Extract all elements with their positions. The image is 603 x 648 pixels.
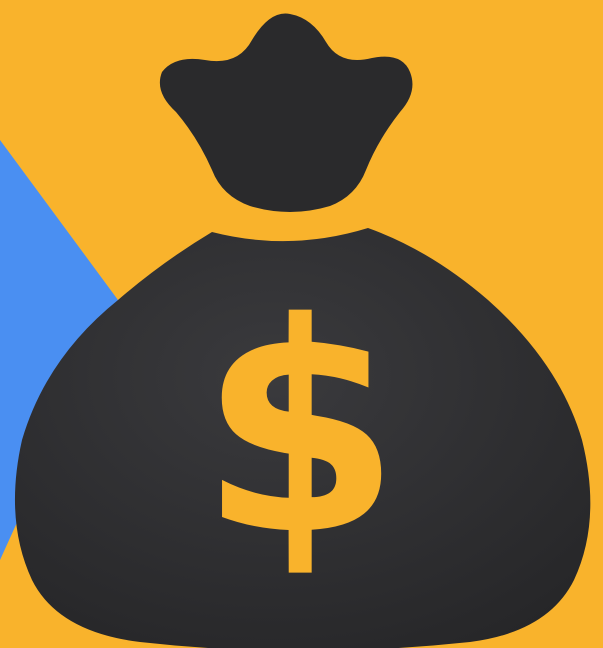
dollar-symbol: $ — [199, 262, 401, 599]
app-icon: $ — [0, 0, 603, 648]
money-bag-graphic: $ — [0, 0, 603, 648]
